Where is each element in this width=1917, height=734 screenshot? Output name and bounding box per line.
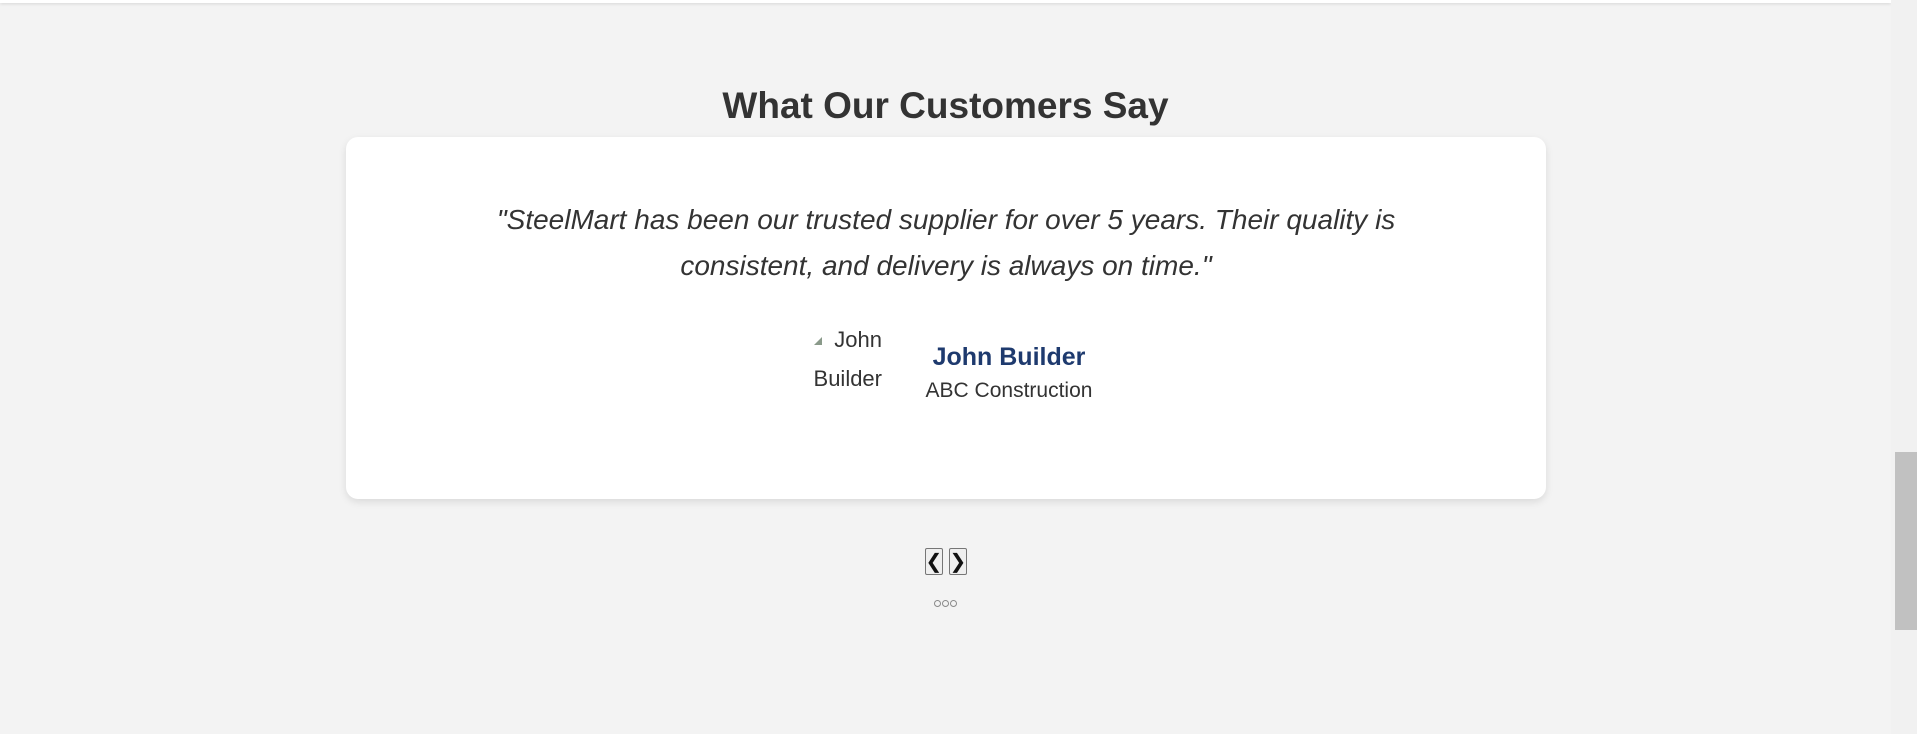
author-avatar: John Builder: [792, 320, 882, 398]
prev-button[interactable]: ❮: [924, 548, 943, 575]
carousel-dot[interactable]: [950, 600, 957, 607]
carousel-dots: [0, 600, 1891, 607]
next-button[interactable]: ❯: [948, 548, 967, 575]
chevron-right-icon: ❯: [949, 549, 967, 573]
testimonial-card: "SteelMart has been our trusted supplier…: [346, 137, 1546, 499]
carousel-navigation: ❮ ❯: [0, 548, 1891, 575]
testimonial-quote: "SteelMart has been our trusted supplier…: [496, 204, 1396, 281]
scrollbar-thumb[interactable]: [1895, 452, 1917, 630]
author-info: John Builder ABC Construction: [919, 340, 1099, 406]
vertical-scrollbar[interactable]: [1891, 0, 1917, 734]
author-name: John Builder: [932, 343, 1086, 371]
chevron-left-icon: ❮: [925, 549, 943, 573]
header-bottom-edge: [0, 0, 1891, 3]
carousel-dot[interactable]: [942, 600, 949, 607]
broken-image-icon: [814, 337, 823, 345]
author-company: ABC Construction: [925, 379, 1093, 402]
author-avatar-alt-text: John Builder: [813, 327, 882, 391]
section-title: What Our Customers Say: [722, 85, 1169, 126]
carousel-dot[interactable]: [934, 600, 941, 607]
